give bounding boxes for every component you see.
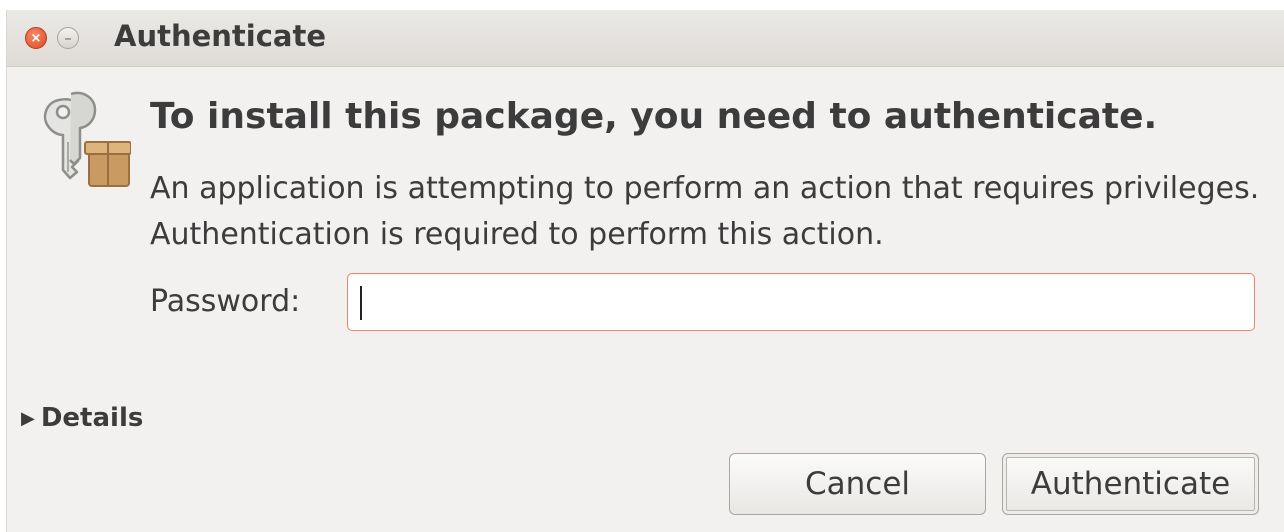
authenticate-button[interactable]: Authenticate bbox=[1002, 453, 1259, 515]
details-expander[interactable]: ▶ Details bbox=[21, 403, 143, 433]
authenticate-dialog: × – Authenticate To install this package… bbox=[6, 10, 1284, 532]
window-title: Authenticate bbox=[114, 19, 327, 53]
minimize-icon: – bbox=[64, 28, 72, 47]
keys-package-icon bbox=[43, 91, 131, 187]
title-bar: × – Authenticate bbox=[7, 10, 1284, 67]
minimize-button[interactable]: – bbox=[57, 27, 79, 49]
expand-arrow-icon: ▶ bbox=[21, 407, 35, 429]
details-label: Details bbox=[40, 403, 144, 433]
text-cursor bbox=[360, 286, 362, 320]
close-icon: × bbox=[30, 30, 42, 46]
dialog-heading: To install this package, you need to aut… bbox=[150, 96, 1158, 137]
close-button[interactable]: × bbox=[25, 27, 47, 49]
password-input[interactable] bbox=[347, 273, 1255, 331]
cancel-button[interactable]: Cancel bbox=[729, 453, 986, 515]
dialog-description: An application is attempting to perform … bbox=[150, 171, 1260, 252]
password-label: Password: bbox=[150, 284, 301, 319]
